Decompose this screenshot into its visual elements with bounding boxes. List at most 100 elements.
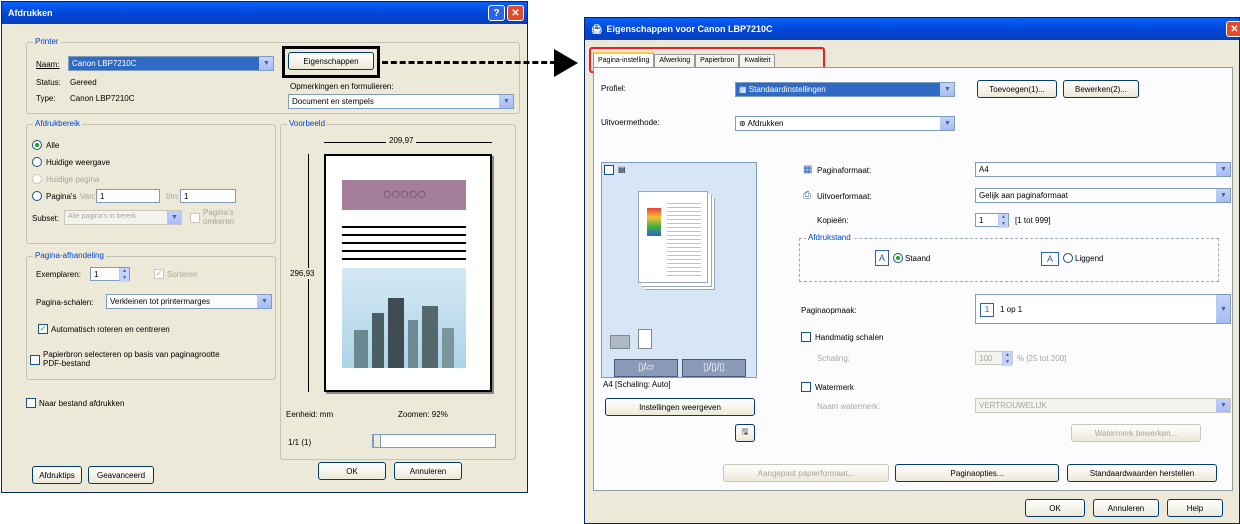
advanced-button[interactable]: Geavanceerd	[88, 466, 154, 484]
autorotate-label: Automatisch roteren en centreren	[51, 325, 170, 334]
preview-panel: ▤ ▯/▱ ▯/▯/▯	[601, 162, 757, 378]
range-to-input[interactable]: 1	[180, 189, 236, 203]
range-from-input[interactable]: 1	[96, 189, 160, 203]
paper-tray-icon	[610, 335, 630, 349]
add-profile-button[interactable]: Toevoegen(1)...	[977, 80, 1057, 98]
range-from-value: 1	[100, 192, 105, 201]
comments-label: Opmerkingen en formulieren:	[290, 82, 394, 91]
scaling-input[interactable]: 100 ▲ ▼	[975, 351, 1013, 366]
properties-dialog-titlebar: 🖨 Eigenschappen voor Canon LBP7210C	[585, 18, 1239, 40]
manual-scaling-label: Handmatig schalen	[815, 333, 884, 342]
output-method-select[interactable]: ⊛ Afdrukken ▼	[735, 116, 955, 131]
close-icon[interactable]: ✕	[507, 5, 524, 21]
copies-range: [1 tot 999]	[1015, 216, 1051, 225]
copies-label: Kopieën:	[817, 216, 849, 225]
slider-thumb[interactable]	[373, 434, 381, 448]
ok-button[interactable]: OK	[1025, 499, 1085, 517]
preview-header-block: ○○○○○	[342, 180, 466, 210]
reverse-pages-checkbox[interactable]	[190, 213, 200, 223]
range-current-view-radio[interactable]	[32, 157, 42, 167]
preview-group-label: Voorbeeld	[287, 119, 328, 128]
comments-select[interactable]: Document en stempels ▼	[288, 94, 514, 109]
printer-name-select[interactable]: Canon LBP7210C ▼	[68, 56, 274, 71]
collate-checkbox[interactable]: ✓	[154, 269, 164, 279]
range-all-radio[interactable]	[32, 140, 42, 150]
output-size-select[interactable]: Gelijk aan paginaformaat ▼	[975, 188, 1231, 203]
profile-value: Standaardinstellingen	[748, 85, 826, 94]
output-size-label: Uitvoerformaat:	[817, 192, 872, 201]
preview-toggle-checkbox[interactable]	[604, 165, 614, 175]
copies-input[interactable]: 1 ▲ ▼	[975, 213, 1009, 228]
ok-label: OK	[1049, 503, 1061, 513]
output-size-icon: ⎙	[803, 190, 811, 201]
chevron-down-icon: ▼	[1216, 295, 1230, 323]
subset-label: Subset:	[32, 214, 60, 223]
range-pages-radio[interactable]	[32, 191, 42, 201]
portrait-radio[interactable]	[893, 253, 903, 263]
subset-select[interactable]: Alle pagina's in bereik ▼	[64, 210, 182, 225]
cancel-label: Annuleren	[1107, 503, 1145, 513]
status-value: Gereed	[70, 78, 97, 87]
watermark-select[interactable]: VERTROUWELIJK ▼	[975, 398, 1231, 413]
page-scaling-select[interactable]: Verkleinen tot printermarges ▼	[106, 294, 272, 309]
page-handling-group-label: Pagina-afhandeling	[33, 251, 106, 260]
restore-defaults-button[interactable]: Standaardwaarden herstellen	[1067, 464, 1217, 482]
preview-height-label: 296,93	[290, 268, 315, 279]
print-tips-button[interactable]: Afdruktips	[32, 466, 82, 484]
type-value: Canon LBP7210C	[70, 94, 135, 103]
print-tips-label: Afdruktips	[39, 470, 75, 480]
copies-input[interactable]: 1 ▲ ▼	[90, 267, 130, 282]
page-options-button[interactable]: Paginaopties...	[895, 464, 1059, 482]
paper-source-checkbox[interactable]	[30, 355, 40, 365]
chevron-down-icon: ▼	[259, 57, 273, 70]
preview-unit-label: Eenheid: mm	[286, 410, 334, 419]
autorotate-checkbox[interactable]: ✓	[38, 324, 48, 334]
spinner-icon[interactable]: ▲ ▼	[119, 268, 129, 282]
edit-profile-button[interactable]: Bewerken(2)...	[1063, 80, 1139, 98]
preview-view-button-1[interactable]: ▯/▱	[614, 359, 678, 377]
profile-select[interactable]: ▦ Standaardinstellingen ▼	[735, 82, 955, 97]
page-options-label: Paginaopties...	[950, 468, 1004, 478]
spinner-icon[interactable]: ▲ ▼	[1002, 352, 1012, 366]
page-layout-select[interactable]: 1 1 op 1 ▼	[975, 294, 1231, 324]
watermark-edit-button[interactable]: Watermerk bewerken...	[1071, 424, 1201, 442]
custom-paper-button[interactable]: Aangepast papierformaat...	[723, 464, 889, 482]
range-current-view-label: Huidige weergave	[46, 158, 111, 167]
cancel-label: Annuleren	[409, 466, 447, 476]
type-label: Type:	[36, 94, 56, 103]
copies-label: Exemplaren:	[36, 270, 81, 279]
printer-name-value: Canon LBP7210C	[72, 59, 137, 68]
page-slider[interactable]	[372, 434, 496, 448]
view-settings-button[interactable]: Instellingen weergeven	[605, 398, 755, 416]
profile-icon: ▦	[739, 85, 749, 94]
close-icon[interactable]: ✕	[1226, 21, 1240, 37]
help-icon[interactable]: ?	[488, 5, 505, 21]
print-dialog: Afdrukken ? ✕ Printer Naam: Canon LBP721…	[1, 1, 528, 493]
page-size-value: A4	[979, 165, 989, 174]
chevron-down-icon: ▼	[499, 95, 513, 108]
page-layout-label: Paginaopmaak:	[801, 306, 857, 315]
cancel-button[interactable]: Annuleren	[394, 462, 462, 480]
help-button[interactable]: Help	[1167, 499, 1223, 517]
scaling-range: % [25 tot 200]	[1017, 354, 1067, 363]
subset-value: Alle pagina's in bereik	[68, 213, 136, 220]
properties-button[interactable]: Eigenschappen	[288, 52, 374, 70]
print-to-file-checkbox[interactable]	[26, 398, 36, 408]
preview-settings-icon[interactable]: 🖫	[735, 424, 755, 442]
range-to-value: 1	[184, 192, 189, 201]
landscape-radio[interactable]	[1063, 253, 1073, 263]
cancel-button[interactable]: Annuleren	[1093, 499, 1159, 517]
ok-button[interactable]: OK	[318, 462, 386, 480]
page-size-select[interactable]: A4 ▼	[975, 162, 1231, 177]
watermark-checkbox[interactable]	[801, 382, 811, 392]
preview-zoom-label: Zoomen: 92%	[398, 410, 448, 419]
spinner-icon[interactable]: ▲ ▼	[998, 214, 1008, 228]
restore-defaults-label: Standaardwaarden herstellen	[1089, 468, 1195, 478]
page-scaling-value: Verkleinen tot printermarges	[110, 297, 211, 306]
connector-dashed-line	[382, 61, 556, 64]
manual-scaling-checkbox[interactable]	[801, 332, 811, 342]
preview-toggle-icon: ▤	[618, 165, 626, 174]
page-layout-value: 1 op 1	[1000, 305, 1023, 314]
preview-view-button-2[interactable]: ▯/▯/▯	[682, 359, 746, 377]
range-current-page-radio[interactable]	[32, 174, 42, 184]
